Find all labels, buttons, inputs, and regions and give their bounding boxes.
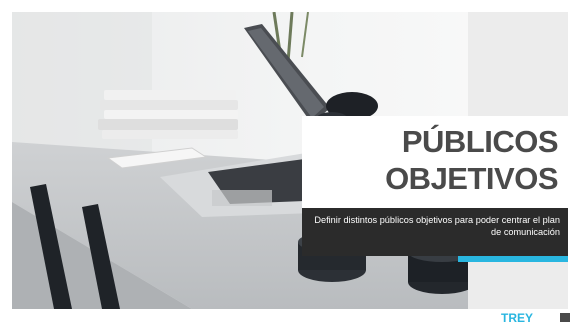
slide-footer — [0, 309, 570, 322]
slide-subtitle: Definir distintos públicos objetivos par… — [314, 215, 560, 237]
slide-title-line-2: OBJETIVOS — [385, 161, 558, 196]
accent-bar — [458, 256, 568, 262]
title-panel: PÚBLICOS OBJETIVOS — [302, 116, 568, 208]
brand-logo-text: TREY — [501, 311, 534, 325]
subtitle-panel: Definir distintos públicos objetivos par… — [302, 208, 568, 256]
presentation-slide: PÚBLICOS OBJETIVOS Definir distintos púb… — [12, 12, 568, 309]
slide-title-line-1: PÚBLICOS — [401, 124, 559, 159]
slide-corner-mark — [560, 313, 570, 322]
